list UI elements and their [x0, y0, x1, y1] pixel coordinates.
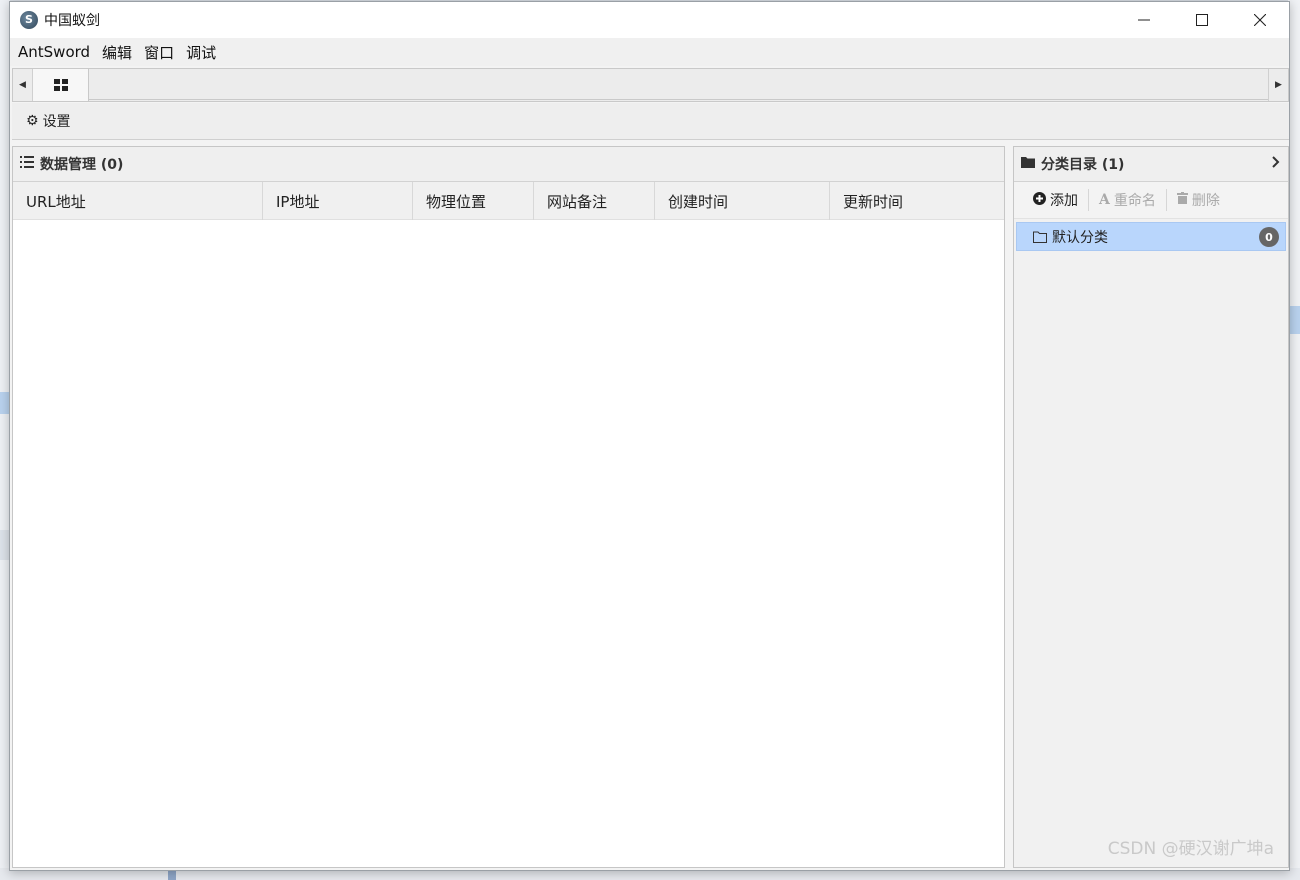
- data-panel-header: 数据管理 (0): [13, 147, 1004, 182]
- grid-icon: [53, 79, 68, 91]
- window-title: 中国蚁剑: [44, 13, 100, 29]
- minimize-button[interactable]: [1115, 2, 1173, 38]
- menu-edit[interactable]: 编辑: [97, 42, 137, 63]
- data-grid-body[interactable]: [13, 220, 1004, 866]
- folder-outline-icon: [1033, 231, 1047, 243]
- add-category-label: 添加: [1050, 193, 1078, 209]
- menu-bar: AntSword 编辑 窗口 调试: [10, 38, 1289, 66]
- watermark-text: CSDN @硬汉谢广坤a: [1107, 839, 1274, 859]
- category-count-badge: 0: [1259, 227, 1279, 247]
- column-created-time[interactable]: 创建时间: [655, 182, 830, 220]
- maximize-icon: [1196, 14, 1208, 26]
- category-panel-header: 分类目录 (1): [1014, 147, 1288, 182]
- category-panel-title: 分类目录 (1): [1041, 157, 1125, 173]
- folder-icon: [1021, 156, 1035, 172]
- menu-antsword[interactable]: AntSword: [13, 43, 95, 61]
- category-toolbar: 添加 A 重命名 删除: [1014, 182, 1288, 219]
- category-list: 默认分类 0: [1014, 219, 1288, 254]
- data-panel-title: 数据管理 (0): [40, 157, 124, 173]
- settings-label: 设置: [42, 114, 71, 130]
- font-icon: A: [1099, 192, 1110, 208]
- data-management-panel: 数据管理 (0) URL地址 IP地址 物理位置 网站备注 创建时间 更新时间: [12, 146, 1005, 868]
- close-icon: [1254, 14, 1266, 26]
- menu-debug[interactable]: 调试: [181, 42, 221, 63]
- column-location[interactable]: 物理位置: [413, 182, 534, 220]
- category-panel: 分类目录 (1) 添加 A 重命名 删除 默认分类 0 CSDN @硬汉谢广坤a: [1013, 146, 1289, 868]
- list-icon: [20, 156, 34, 172]
- tab-divider: [89, 99, 1268, 100]
- chevron-right-icon: [1272, 156, 1280, 168]
- collapse-panel-button[interactable]: [1272, 156, 1280, 172]
- rename-category-button[interactable]: A 重命名: [1089, 189, 1167, 211]
- maximize-button[interactable]: [1173, 2, 1231, 38]
- data-grid-header: URL地址 IP地址 物理位置 网站备注 创建时间 更新时间: [13, 182, 1004, 220]
- delete-category-label: 删除: [1191, 193, 1220, 209]
- category-item-label: 默认分类: [1052, 229, 1108, 246]
- close-button[interactable]: [1231, 2, 1289, 38]
- plus-circle-icon: [1033, 191, 1046, 209]
- trash-icon: [1176, 192, 1188, 208]
- add-category-button[interactable]: 添加: [1014, 189, 1089, 211]
- antsword-logo-icon: S: [20, 11, 38, 29]
- menu-window[interactable]: 窗口: [139, 42, 179, 63]
- tab-scroll-left-button[interactable]: ◀: [13, 69, 33, 101]
- minimize-icon: [1138, 19, 1150, 21]
- gear-icon: ⚙: [26, 113, 39, 129]
- delete-category-button[interactable]: 删除: [1167, 189, 1230, 211]
- tab-bar: ◀ ▶: [12, 68, 1289, 102]
- column-ip[interactable]: IP地址: [263, 182, 413, 220]
- app-window: S 中国蚁剑 AntSword 编辑 窗口 调试 ◀ ▶ ⚙ 设置 数据管理 (…: [9, 1, 1290, 871]
- column-url[interactable]: URL地址: [13, 182, 263, 220]
- title-bar[interactable]: S 中国蚁剑: [10, 2, 1289, 38]
- category-item-default[interactable]: 默认分类 0: [1016, 222, 1286, 251]
- column-note[interactable]: 网站备注: [534, 182, 655, 220]
- window-controls: [1115, 2, 1289, 38]
- settings-button[interactable]: ⚙ 设置: [26, 111, 71, 131]
- main-toolbar: ⚙ 设置: [12, 103, 1289, 140]
- tab-scroll-right-button[interactable]: ▶: [1268, 69, 1288, 101]
- rename-category-label: 重命名: [1113, 193, 1156, 209]
- column-updated-time[interactable]: 更新时间: [830, 182, 1004, 220]
- tab-home[interactable]: [33, 69, 89, 101]
